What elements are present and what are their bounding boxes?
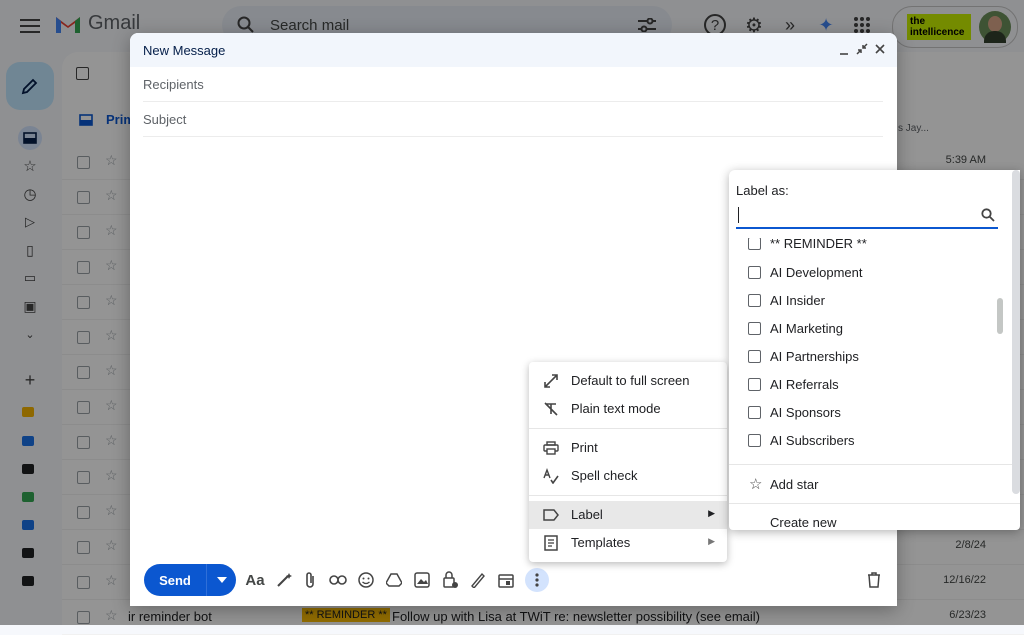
label-checkbox[interactable]: [748, 322, 761, 335]
send-button[interactable]: Send: [144, 564, 206, 596]
submenu-arrow-icon: ▶: [708, 508, 715, 518]
label-checkbox[interactable]: [748, 434, 761, 447]
print-icon: [542, 439, 560, 457]
google-drive-icon[interactable]: [382, 568, 406, 592]
menu-item-label: Print: [571, 440, 598, 455]
label-checkbox[interactable]: [748, 350, 761, 363]
label-option-text: AI Partnerships: [770, 349, 859, 364]
label-option[interactable]: AI Development: [748, 263, 988, 285]
schedule-calendar-icon[interactable]: [494, 568, 518, 592]
menu-item-templates[interactable]: Templates ▶: [529, 529, 727, 557]
menu-item-label: Templates: [571, 535, 631, 550]
attach-file-icon[interactable]: [298, 568, 322, 592]
more-options-icon[interactable]: [525, 568, 549, 592]
label-option[interactable]: AI Referrals: [748, 375, 988, 397]
send-button-group: Send: [144, 564, 236, 596]
panel-divider: [729, 503, 1020, 504]
recipients-placeholder: Recipients: [143, 77, 204, 92]
menu-item-label-text: Label: [571, 507, 603, 522]
label-checkbox[interactable]: [748, 406, 761, 419]
label-option-text: AI Marketing: [770, 321, 843, 336]
insert-link-icon[interactable]: [326, 568, 350, 592]
confidential-mode-icon[interactable]: [438, 568, 462, 592]
signature-icon[interactable]: [466, 568, 490, 592]
subject-field[interactable]: Subject: [143, 102, 883, 137]
subject-placeholder: Subject: [143, 112, 187, 127]
formatting-options-button[interactable]: Aa: [243, 568, 267, 592]
formatting-label: Aa: [245, 571, 265, 589]
menu-item-label: Spell check: [571, 468, 638, 483]
label-option-text: ** REMINDER **: [770, 238, 867, 251]
help-me-write-icon[interactable]: [272, 568, 296, 592]
label-option-text: AI Referrals: [770, 377, 839, 392]
label-option-text: AI Insider: [770, 293, 825, 308]
send-options-button[interactable]: [207, 564, 236, 596]
compose-header[interactable]: New Message: [130, 33, 897, 67]
label-option-text: AI Subscribers: [770, 433, 855, 448]
label-checkbox[interactable]: [748, 238, 761, 250]
create-new-label-text: Create new: [770, 515, 837, 530]
label-option[interactable]: AI Partnerships: [748, 347, 988, 369]
recipients-field[interactable]: Recipients: [143, 67, 883, 102]
menu-item-spell-check[interactable]: Spell check: [529, 462, 727, 490]
page-scrollbar[interactable]: [1012, 170, 1020, 494]
insert-emoji-icon[interactable]: [354, 568, 378, 592]
add-star-option[interactable]: ☆ Add star: [749, 475, 989, 497]
label-checkbox[interactable]: [748, 266, 761, 279]
label-option[interactable]: AI Subscribers: [748, 431, 988, 453]
label-icon: [542, 506, 560, 524]
label-option-text: AI Sponsors: [770, 405, 841, 420]
menu-item-print[interactable]: Print: [529, 434, 727, 462]
spellcheck-icon: [542, 467, 560, 485]
send-label: Send: [159, 572, 191, 588]
menu-divider: [529, 495, 727, 496]
discard-draft-icon[interactable]: [862, 568, 886, 592]
minimize-icon[interactable]: [837, 43, 851, 57]
label-search-input[interactable]: [736, 205, 998, 229]
menu-item-label[interactable]: Label ▶: [529, 501, 727, 529]
search-icon[interactable]: [980, 207, 996, 223]
label-option[interactable]: AI Insider: [748, 291, 988, 313]
expand-icon: [542, 372, 560, 390]
exit-fullscreen-icon[interactable]: [855, 42, 869, 56]
label-list-scrollbar[interactable]: [997, 298, 1003, 334]
submenu-arrow-icon: ▶: [708, 536, 715, 546]
menu-divider: [529, 428, 727, 429]
label-option[interactable]: ** REMINDER **: [748, 238, 988, 256]
templates-icon: [542, 534, 560, 552]
menu-item-label: Default to full screen: [571, 373, 690, 388]
more-options-menu: Default to full screen Plain text mode P…: [529, 362, 727, 562]
label-list: ** REMINDER ** AI Development AI Insider…: [729, 238, 1020, 458]
label-checkbox[interactable]: [748, 378, 761, 391]
label-option-text: AI Development: [770, 265, 863, 280]
label-option[interactable]: AI Marketing: [748, 319, 988, 341]
close-icon[interactable]: [873, 42, 887, 56]
panel-title: Label as:: [736, 183, 789, 198]
star-icon: ☆: [749, 476, 763, 493]
create-new-label-button[interactable]: Create new: [770, 515, 836, 530]
insert-photo-icon[interactable]: [410, 568, 434, 592]
panel-divider: [729, 464, 1020, 465]
menu-item-label: Plain text mode: [571, 401, 661, 416]
label-option[interactable]: AI Sponsors: [748, 403, 988, 425]
add-star-label: Add star: [770, 477, 819, 492]
compose-title: New Message: [143, 43, 226, 58]
menu-item-default-fullscreen[interactable]: Default to full screen: [529, 367, 727, 395]
menu-item-plain-text[interactable]: Plain text mode: [529, 395, 727, 423]
label-as-panel: Label as: ** REMINDER ** AI Development …: [729, 170, 1020, 530]
plain-text-icon: [542, 400, 560, 418]
dropdown-arrow-icon: [216, 577, 227, 583]
label-checkbox[interactable]: [748, 294, 761, 307]
